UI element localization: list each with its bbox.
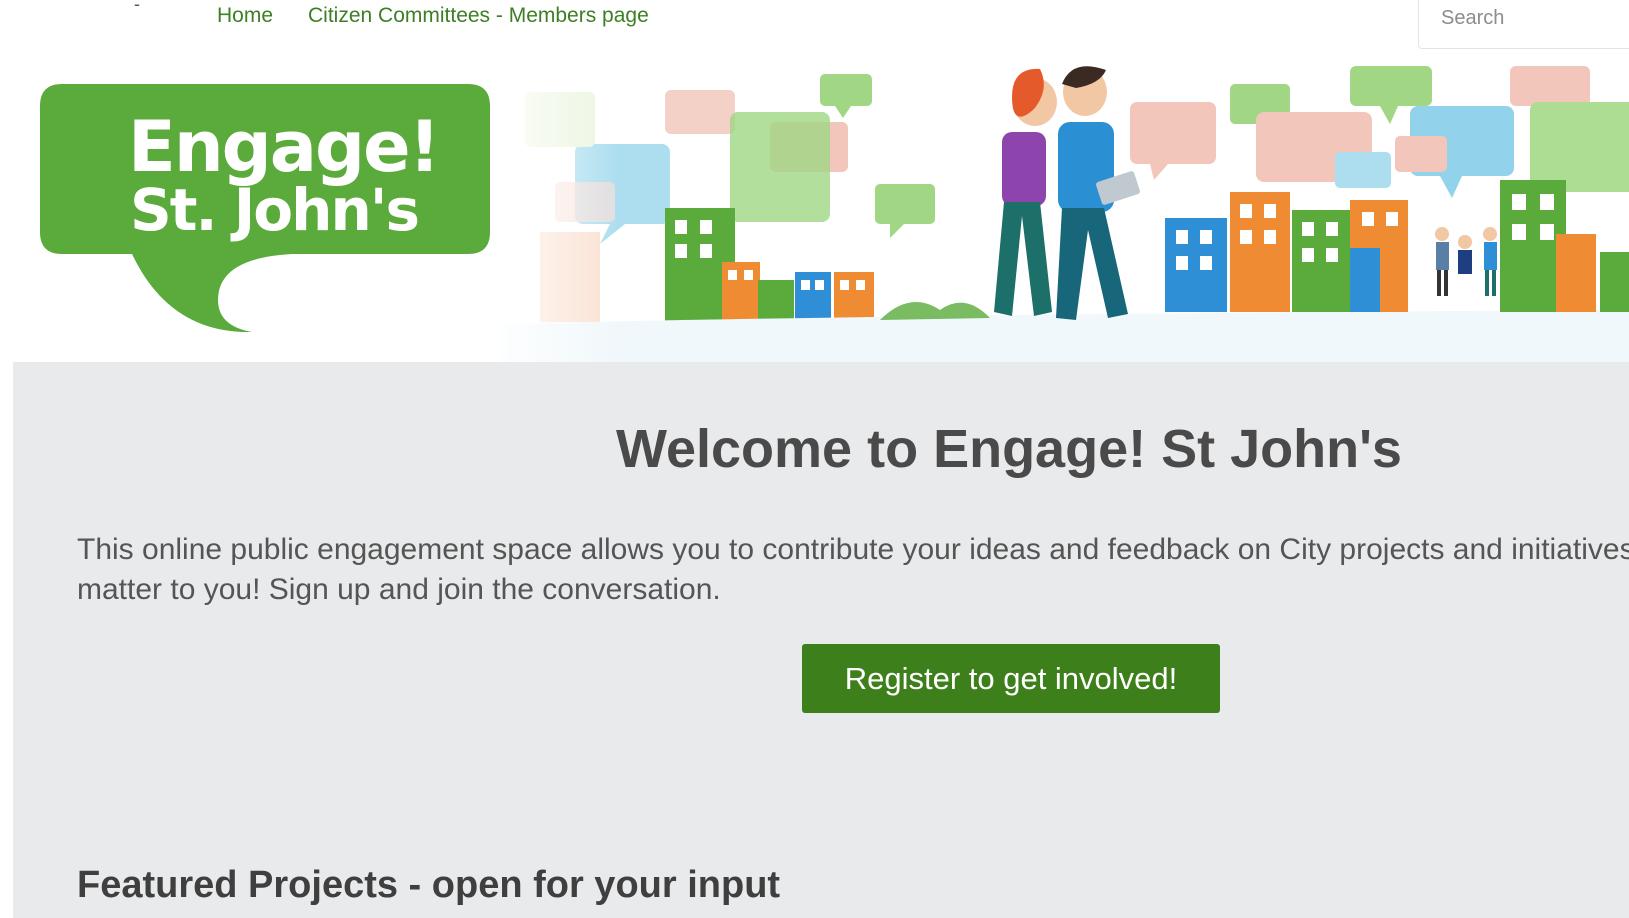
top-navigation: - Home Citizen Committees - Members page <box>0 0 1629 52</box>
page-title: Welcome to Engage! St John's <box>616 419 1402 479</box>
header-banner: Engage! St. John's <box>0 52 1629 362</box>
logo-text-st-johns: St. John's <box>130 176 420 244</box>
search-box <box>1418 0 1629 49</box>
intro-paragraph: This online public engagement space allo… <box>77 533 1629 606</box>
nav-link-citizen-committees[interactable]: Citizen Committees - Members page <box>308 4 649 28</box>
nav-link-home[interactable]: Home <box>217 4 273 28</box>
register-button[interactable]: Register to get involved! <box>802 644 1220 713</box>
featured-projects-heading: Featured Projects - open for your input <box>77 864 781 906</box>
main-content: Welcome to Engage! St John's This online… <box>13 362 1629 918</box>
search-input[interactable] <box>1439 6 1629 31</box>
nav-dash: - <box>134 0 140 14</box>
